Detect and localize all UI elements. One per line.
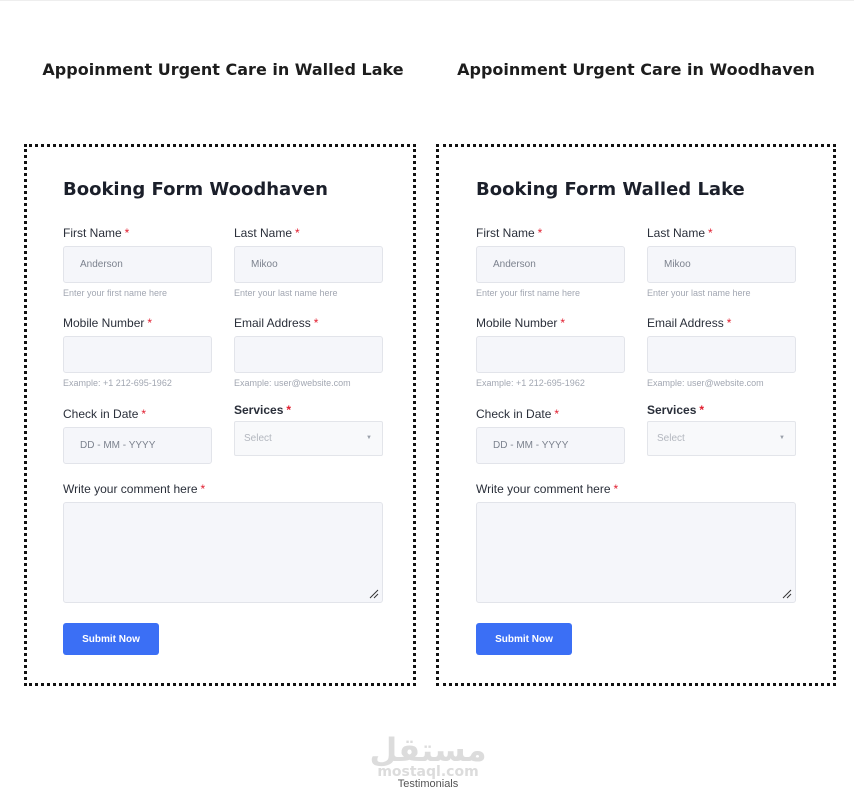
services-label: Services * — [234, 403, 292, 417]
last-name-hint: Enter your last name here — [234, 288, 338, 298]
required-marker: * — [147, 316, 153, 330]
mobile-hint: Example: +1 212-695-1962 — [63, 378, 172, 388]
first-name-hint: Enter your first name here — [476, 288, 581, 298]
check-in-label: Check in Date * — [63, 407, 147, 421]
services-select[interactable]: Select ▼ — [234, 421, 383, 456]
services-label: Services * — [647, 403, 705, 417]
mobile-field: Mobile Number * Example: +1 212-695-1962 — [476, 316, 625, 388]
last-name-field: Last Name * Mikoo Enter your last name he… — [647, 226, 796, 298]
email-field: Email Address * Example: user@website.com — [234, 316, 383, 388]
testimonials-link[interactable]: Testimonials — [366, 778, 490, 790]
required-marker: * — [613, 482, 619, 496]
booking-form: Booking Form Walled Lake First Name * And… — [476, 177, 796, 657]
first-name-input[interactable]: Anderson — [476, 246, 625, 283]
comment-label: Write your comment here * — [63, 482, 206, 496]
required-marker: * — [313, 316, 319, 330]
services-select[interactable]: Select ▼ — [647, 421, 796, 456]
check-in-date-input[interactable]: DD - MM - YYYY — [476, 427, 625, 464]
heading-right: Appoinment Urgent Care in Woodhaven — [457, 60, 815, 79]
services-field: Services * Select ▼ — [647, 403, 796, 456]
email-hint: Example: user@website.com — [234, 378, 351, 388]
booking-form: Booking Form Woodhaven First Name * Ander… — [63, 177, 383, 657]
heading-left: Appoinment Urgent Care in Walled Lake — [42, 60, 404, 79]
mobile-input[interactable] — [476, 336, 625, 373]
first-name-label: First Name * — [476, 226, 543, 240]
comment-textarea[interactable] — [63, 502, 383, 603]
first-name-label: First Name * — [63, 226, 130, 240]
booking-panel-walled-lake: Booking Form Walled Lake First Name * And… — [436, 144, 836, 686]
mobile-label: Mobile Number * — [63, 316, 153, 330]
mobile-hint: Example: +1 212-695-1962 — [476, 378, 585, 388]
email-label: Email Address * — [234, 316, 319, 330]
services-field: Services * Select ▼ — [234, 403, 383, 456]
services-selected-value: Select — [244, 433, 272, 444]
last-name-input[interactable]: Mikoo — [234, 246, 383, 283]
required-marker: * — [286, 403, 292, 417]
mobile-input[interactable] — [63, 336, 212, 373]
email-input[interactable] — [647, 336, 796, 373]
services-selected-value: Select — [657, 433, 685, 444]
required-marker: * — [124, 226, 130, 240]
form-title: Booking Form Walled Lake — [476, 179, 745, 200]
required-marker: * — [708, 226, 713, 240]
booking-panel-woodhaven: Booking Form Woodhaven First Name * Ander… — [24, 144, 416, 686]
email-label: Email Address * — [647, 316, 732, 330]
required-marker: * — [141, 407, 147, 421]
first-name-hint: Enter your first name here — [63, 288, 168, 298]
check-in-field: Check in Date * DD - MM - YYYY — [63, 407, 212, 464]
check-in-field: Check in Date * DD - MM - YYYY — [476, 407, 625, 464]
chevron-down-icon: ▼ — [366, 435, 372, 441]
mobile-field: Mobile Number * Example: +1 212-695-1962 — [63, 316, 212, 388]
required-marker: * — [560, 316, 566, 330]
first-name-input[interactable]: Anderson — [63, 246, 212, 283]
required-marker: * — [200, 482, 206, 496]
email-input[interactable] — [234, 336, 383, 373]
comment-textarea[interactable] — [476, 502, 796, 603]
last-name-field: Last Name * Mikoo Enter your last name he… — [234, 226, 383, 298]
required-marker: * — [699, 403, 705, 417]
last-name-label: Last Name * — [647, 226, 713, 240]
chevron-down-icon: ▼ — [779, 435, 785, 441]
resize-handle-icon[interactable] — [369, 589, 379, 599]
required-marker: * — [726, 316, 732, 330]
last-name-label: Last Name * — [234, 226, 300, 240]
resize-handle-icon[interactable] — [782, 589, 792, 599]
comment-label: Write your comment here * — [476, 482, 619, 496]
check-in-date-input[interactable]: DD - MM - YYYY — [63, 427, 212, 464]
first-name-field: First Name * Anderson Enter your first na… — [63, 226, 212, 298]
submit-button[interactable]: Submit Now — [476, 623, 572, 655]
first-name-field: First Name * Anderson Enter your first na… — [476, 226, 625, 298]
last-name-input[interactable]: Mikoo — [647, 246, 796, 283]
form-title: Booking Form Woodhaven — [63, 179, 328, 200]
required-marker: * — [554, 407, 560, 421]
mobile-label: Mobile Number * — [476, 316, 566, 330]
comment-field: Write your comment here * — [63, 482, 383, 603]
required-marker: * — [295, 226, 300, 240]
last-name-hint: Enter your last name here — [647, 288, 751, 298]
check-in-label: Check in Date * — [476, 407, 560, 421]
submit-button[interactable]: Submit Now — [63, 623, 159, 655]
email-hint: Example: user@website.com — [647, 378, 764, 388]
required-marker: * — [537, 226, 543, 240]
top-divider — [0, 0, 854, 1]
comment-field: Write your comment here * — [476, 482, 796, 603]
email-field: Email Address * Example: user@website.com — [647, 316, 796, 388]
